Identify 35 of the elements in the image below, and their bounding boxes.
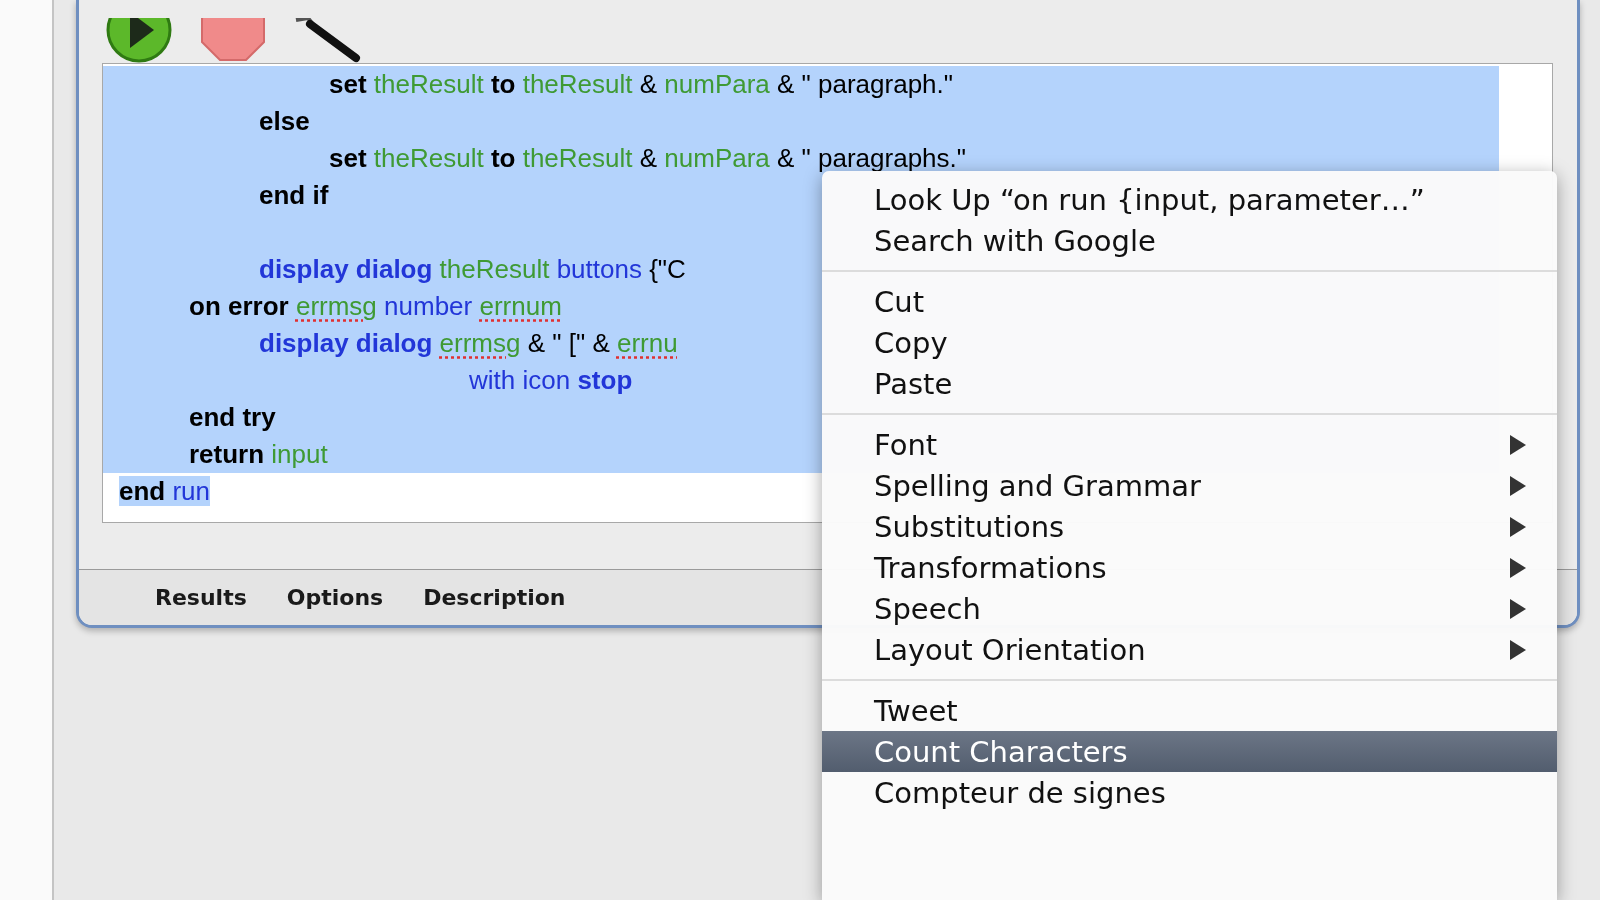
code-token: else [258,106,310,136]
code-token: & " paragraph." [776,69,954,99]
code-token: run [172,476,211,506]
code-token: & [638,143,659,173]
code-token: & [638,69,659,99]
code-token: theResult [373,69,484,99]
code-token: numPara [664,143,770,173]
code-token: end try [188,402,276,432]
code-token: theResult [522,143,633,173]
code-token: end [119,476,173,506]
code-token: display dialog [258,254,434,284]
code-token: stop [577,365,633,395]
code-token: & " [" & [526,328,611,358]
code-token: to [489,69,517,99]
code-token: errmsg [439,328,521,358]
code-token: display dialog [258,328,434,358]
code-token: theResult [439,254,550,284]
code-token: on error [188,291,290,321]
code-token: numPara [664,69,770,99]
code-token: number [383,291,474,321]
code-token: theResult [522,69,633,99]
code-token: input [271,439,328,469]
code-token: set [328,69,368,99]
code-token: buttons [555,254,643,284]
code-token: errnu [617,328,678,358]
code-token: errmsg [295,291,377,321]
code-token: set [328,143,368,173]
code-token: {"C [649,254,686,284]
code-token: return [188,439,266,469]
code-token: end if [258,180,329,210]
code-token: & " paragraphs." [776,143,967,173]
code-token: to [489,143,517,173]
code-token: theResult [373,143,484,173]
code-token: with icon [468,365,572,395]
code-token: errnum [479,291,562,321]
